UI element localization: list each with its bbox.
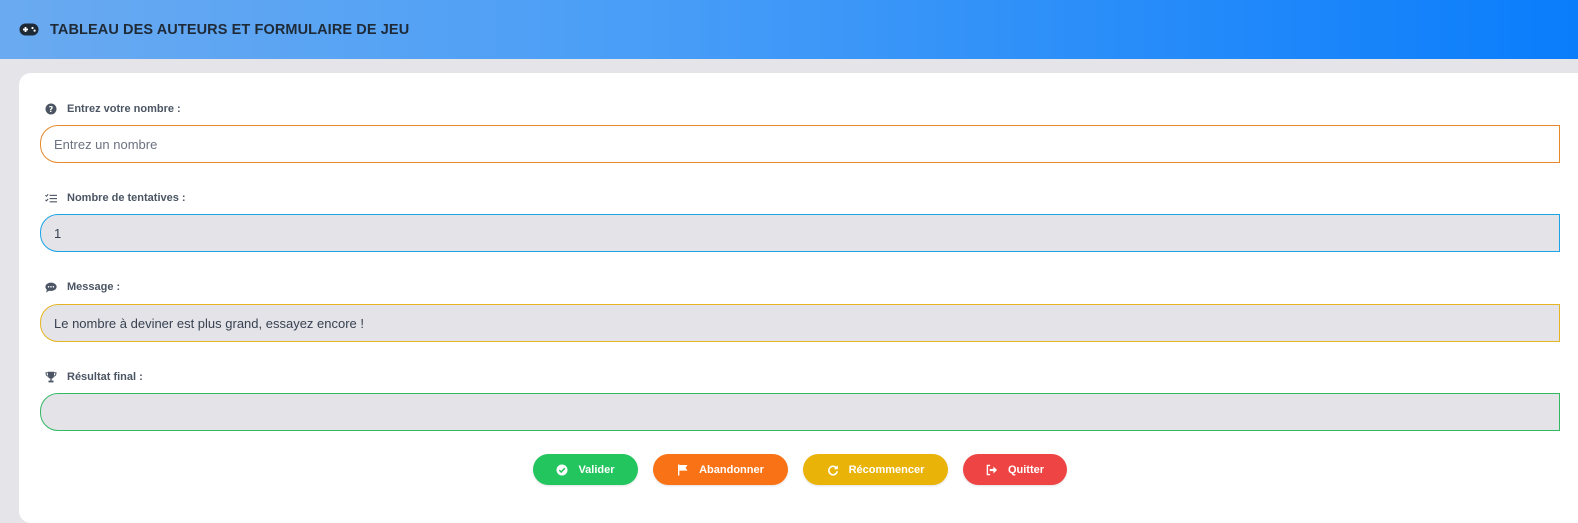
abandon-button[interactable]: Abandonner [653,454,788,485]
sign-out-icon [986,464,998,476]
result-field[interactable] [40,393,1560,431]
redo-icon [827,464,839,476]
message-label-text: Message : [67,281,121,293]
attempts-value: 1 [54,225,62,241]
message-label: Message : [45,281,120,293]
svg-text:?: ? [49,105,54,114]
number-label: ? Entrez votre nombre : [45,103,181,115]
action-buttons: Valider Abandonner Récommencer Quitter [533,454,1067,485]
game-form-card: ? Entrez votre nombre : Nombre de tentat… [19,73,1578,523]
attempts-field[interactable]: 1 [40,214,1560,252]
question-circle-icon: ? [45,103,57,115]
page-title: TABLEAU DES AUTEURS ET FORMULAIRE DE JEU [50,21,410,38]
attempts-label: Nombre de tentatives : [45,192,186,204]
list-check-icon [45,192,57,204]
gamepad-icon [19,23,39,37]
restart-button[interactable]: Récommencer [803,454,948,485]
number-input[interactable] [40,125,1560,163]
restart-button-label: Récommencer [848,463,925,476]
quit-button-label: Quitter [1007,463,1045,476]
flag-icon [677,464,689,476]
comment-icon [45,281,57,293]
message-value: Le nombre à deviner est plus grand, essa… [54,315,365,331]
check-circle-icon [556,464,568,476]
validate-button-label: Valider [578,463,615,476]
validate-button[interactable]: Valider [533,454,638,485]
message-field[interactable]: Le nombre à deviner est plus grand, essa… [40,304,1560,342]
trophy-icon [45,371,57,383]
result-label-text: Résultat final : [67,371,143,383]
abandon-button-label: Abandonner [699,463,764,476]
app-header: TABLEAU DES AUTEURS ET FORMULAIRE DE JEU [0,0,1578,59]
quit-button[interactable]: Quitter [963,454,1067,485]
result-label: Résultat final : [45,371,143,383]
attempts-label-text: Nombre de tentatives : [67,192,186,204]
number-label-text: Entrez votre nombre : [67,103,181,115]
